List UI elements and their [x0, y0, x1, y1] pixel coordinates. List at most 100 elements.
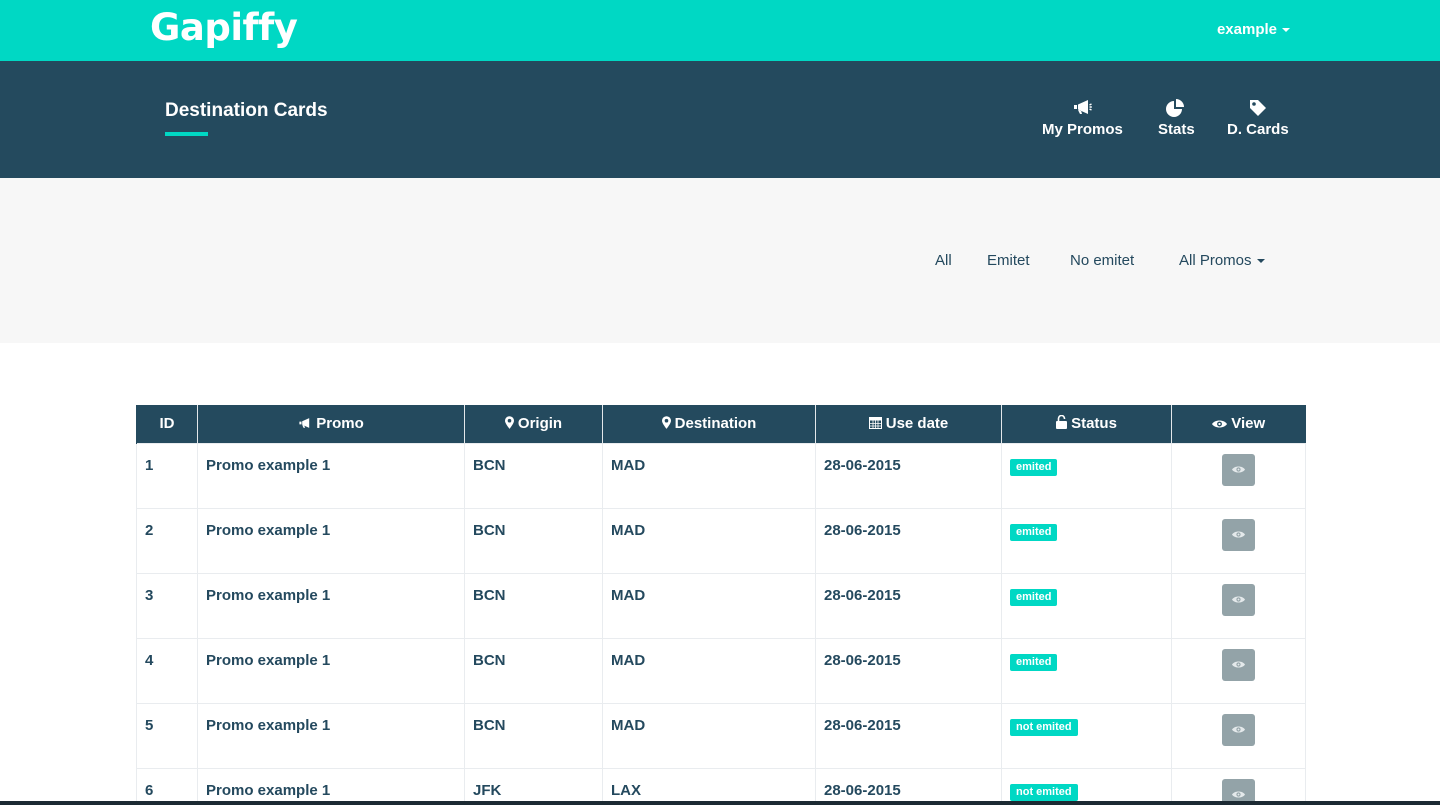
- cell-view: [1171, 507, 1306, 574]
- cell-status: not emited: [1001, 702, 1172, 769]
- table-header-row: ID Promo Origin Destination Use date Sta…: [136, 405, 1306, 443]
- nav-label: Stats: [1158, 121, 1195, 138]
- cell-view: [1171, 572, 1306, 639]
- table-row: 2 Promo example 1 BCN MAD 28-06-2015 emited: [136, 507, 1306, 574]
- cell-id: 2: [136, 507, 198, 574]
- nav-label: D. Cards: [1227, 121, 1289, 138]
- cell-promo: Promo example 1: [197, 637, 465, 704]
- page-header: Destination Cards My Promos Stats D. Car…: [0, 61, 1440, 178]
- cell-use-date: 28-06-2015: [815, 767, 1002, 805]
- column-header-id[interactable]: ID: [136, 405, 198, 443]
- calendar-icon: [868, 417, 882, 430]
- top-bar: Gapiffy example: [0, 0, 1440, 61]
- cell-origin: BCN: [464, 507, 603, 574]
- cell-id: 3: [136, 572, 198, 639]
- table-row: 3 Promo example 1 BCN MAD 28-06-2015 emited: [136, 572, 1306, 639]
- cell-status: emited: [1001, 572, 1172, 639]
- view-button[interactable]: [1222, 453, 1255, 486]
- cell-origin: BCN: [464, 442, 603, 509]
- nav-d-cards[interactable]: D. Cards: [1227, 99, 1289, 138]
- table-row: 4 Promo example 1 BCN MAD 28-06-2015 emited: [136, 637, 1306, 704]
- view-button[interactable]: [1222, 648, 1255, 681]
- nav-stats[interactable]: Stats: [1158, 99, 1195, 138]
- cell-status: emited: [1001, 637, 1172, 704]
- user-name: example: [1216, 21, 1277, 38]
- destination-cards-table: ID Promo Origin Destination Use date Sta…: [136, 405, 1306, 805]
- cell-origin: JFK: [464, 767, 603, 805]
- cell-use-date: 28-06-2015: [815, 702, 1002, 769]
- cell-promo: Promo example 1: [197, 507, 465, 574]
- table-row: 1 Promo example 1 BCN MAD 28-06-2015 emited: [136, 442, 1306, 509]
- eye-icon: [1232, 530, 1245, 538]
- filter-emitet[interactable]: Emitet: [987, 252, 1030, 269]
- cell-id: 4: [136, 637, 198, 704]
- cell-promo: Promo example 1: [197, 442, 465, 509]
- user-menu[interactable]: example: [1217, 21, 1290, 38]
- filter-no-emitet[interactable]: No emitet: [1070, 252, 1134, 269]
- logo[interactable]: Gapiffy: [150, 6, 298, 49]
- status-badge: not emited: [1010, 783, 1078, 801]
- cell-use-date: 28-06-2015: [815, 442, 1002, 509]
- column-header-promo[interactable]: Promo: [197, 405, 465, 443]
- eye-icon: [1232, 660, 1245, 668]
- cell-use-date: 28-06-2015: [815, 507, 1002, 574]
- pie-chart-icon: [1158, 99, 1195, 119]
- map-marker-icon: [661, 416, 671, 430]
- unlock-icon: [1056, 415, 1068, 430]
- cell-promo: Promo example 1: [197, 767, 465, 805]
- column-header-origin[interactable]: Origin: [464, 405, 603, 443]
- status-badge: emited: [1010, 653, 1058, 671]
- cell-destination: MAD: [602, 507, 816, 574]
- filter-bar: All Emitet No emitet All Promos: [0, 178, 1440, 343]
- filter-all[interactable]: All: [935, 252, 952, 269]
- eye-icon: [1212, 420, 1228, 428]
- cell-use-date: 28-06-2015: [815, 637, 1002, 704]
- chevron-down-icon: [1282, 28, 1290, 33]
- cell-origin: BCN: [464, 572, 603, 639]
- cell-id: 5: [136, 702, 198, 769]
- cell-id: 6: [136, 767, 198, 805]
- view-button[interactable]: [1222, 518, 1255, 551]
- cell-id: 1: [136, 442, 198, 509]
- eye-icon: [1232, 725, 1245, 733]
- megaphone-icon: [1042, 99, 1123, 119]
- cell-status: emited: [1001, 442, 1172, 509]
- cell-view: [1171, 702, 1306, 769]
- table-row: 6 Promo example 1 JFK LAX 28-06-2015 not emit…: [136, 767, 1306, 805]
- cell-destination: MAD: [602, 702, 816, 769]
- cell-status: emited: [1001, 507, 1172, 574]
- table-row: 5 Promo example 1 BCN MAD 28-06-2015 not emit…: [136, 702, 1306, 769]
- status-badge: emited: [1010, 588, 1058, 606]
- cell-destination: MAD: [602, 572, 816, 639]
- page-title: Destination Cards: [165, 100, 328, 121]
- view-button[interactable]: [1222, 713, 1255, 746]
- eye-icon: [1232, 595, 1245, 603]
- cell-origin: BCN: [464, 702, 603, 769]
- cell-destination: MAD: [602, 637, 816, 704]
- filter-all-promos-dropdown[interactable]: All Promos: [1179, 252, 1265, 269]
- cell-view: [1171, 767, 1306, 805]
- eye-icon: [1232, 465, 1245, 473]
- cell-destination: MAD: [602, 442, 816, 509]
- cell-destination: LAX: [602, 767, 816, 805]
- view-button[interactable]: [1222, 583, 1255, 616]
- column-header-destination[interactable]: Destination: [602, 405, 816, 443]
- chevron-down-icon: [1256, 259, 1265, 264]
- column-header-use-date[interactable]: Use date: [815, 405, 1002, 443]
- cell-view: [1171, 442, 1306, 509]
- column-header-view[interactable]: View: [1171, 405, 1306, 443]
- nav-my-promos[interactable]: My Promos: [1042, 99, 1123, 138]
- status-badge: not emited: [1010, 718, 1078, 736]
- megaphone-icon: [299, 418, 310, 429]
- status-badge: emited: [1010, 523, 1058, 541]
- cell-use-date: 28-06-2015: [815, 572, 1002, 639]
- cell-origin: BCN: [464, 637, 603, 704]
- cell-promo: Promo example 1: [197, 572, 465, 639]
- window-bottom-edge: [0, 801, 1440, 805]
- title-underline: [165, 132, 208, 136]
- cell-view: [1171, 637, 1306, 704]
- column-header-status[interactable]: Status: [1001, 405, 1172, 443]
- nav-label: My Promos: [1042, 121, 1123, 138]
- cell-promo: Promo example 1: [197, 702, 465, 769]
- filter-label: All Promos: [1179, 252, 1252, 269]
